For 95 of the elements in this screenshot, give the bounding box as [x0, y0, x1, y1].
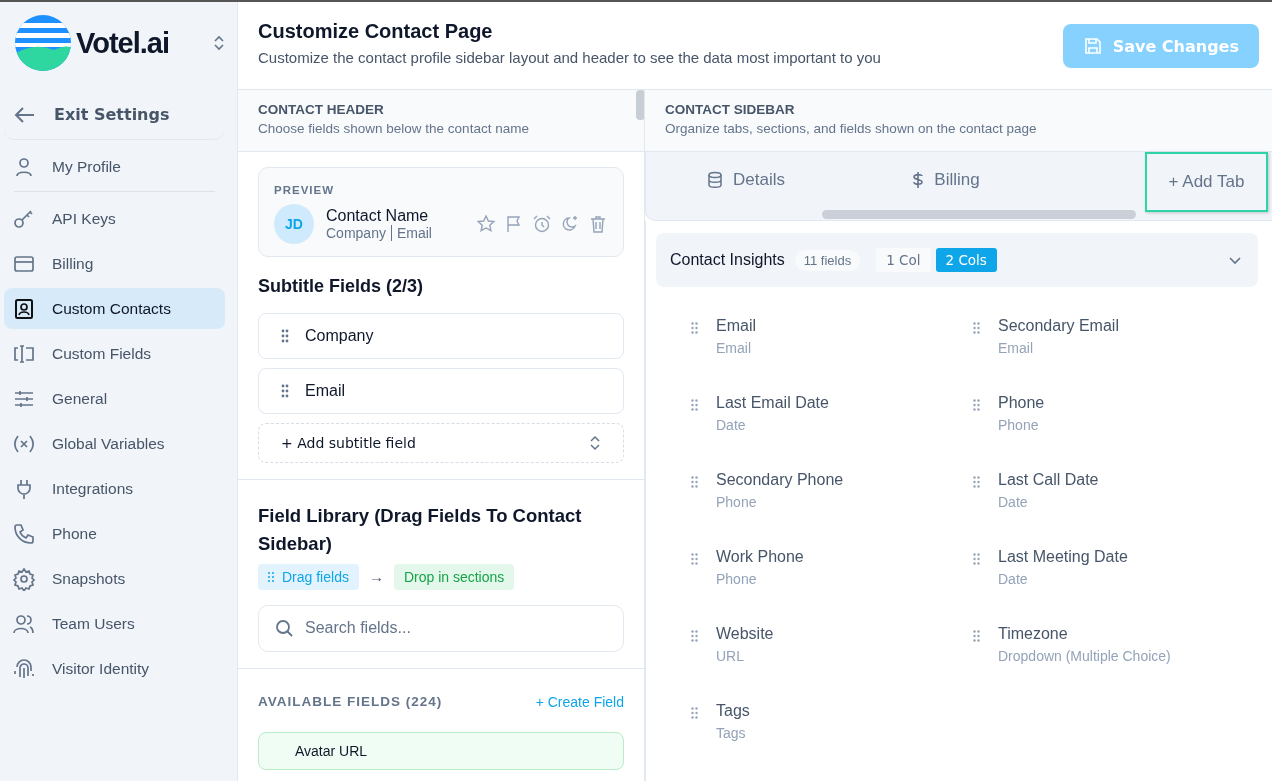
page-title: Customize Contact Page	[258, 20, 494, 43]
section-heading: Field Library (Drag Fields To Contact Sidebar)	[258, 504, 583, 556]
star-icon[interactable]	[476, 214, 496, 234]
drag-handle-icon[interactable]	[973, 553, 980, 565]
section-heading: Subtitle Fields (2/3)	[258, 275, 425, 298]
drag-handle-icon[interactable]	[281, 329, 289, 343]
drag-handle-icon[interactable]	[973, 322, 980, 334]
alarm-clock-icon[interactable]	[532, 214, 552, 234]
contact-company: Company	[326, 225, 386, 241]
drag-handle-icon	[268, 571, 274, 582]
chevron-up-down-icon[interactable]	[213, 34, 225, 52]
field-name: Phone	[998, 394, 1046, 412]
phone-icon	[12, 521, 36, 546]
field-type: Phone	[716, 494, 758, 510]
tag-label: Drag fields	[282, 568, 349, 585]
preview-label: PREVIEW	[274, 184, 336, 196]
gear-icon	[12, 566, 36, 591]
avatar: JD	[274, 204, 314, 244]
horizontal-scrollbar[interactable]	[822, 210, 1136, 219]
nav-item[interactable]: Visitor Identity	[4, 648, 225, 689]
add-tab-button[interactable]: + Add Tab	[1145, 152, 1268, 212]
section-header[interactable]: Contact Insights 11 fields 1 Col 2 Cols	[656, 233, 1258, 287]
drag-handle-icon[interactable]	[691, 399, 698, 411]
field-type: Email	[716, 340, 752, 356]
nav-item[interactable]: Integrations	[4, 468, 225, 509]
tab[interactable]: Details	[646, 152, 846, 208]
field-type: Date	[998, 494, 1029, 510]
drop-in-sections-tag: Drop in sections	[393, 563, 515, 590]
exit-settings-button[interactable]: Exit Settings	[4, 90, 224, 140]
chevron-up-down-icon	[589, 434, 601, 452]
nav-item[interactable]: Billing	[4, 243, 225, 284]
nav-item[interactable]: Custom Contacts	[4, 288, 225, 329]
moon-sparkle-icon[interactable]	[560, 214, 580, 234]
available-fields-heading: AVAILABLE FIELDS (224)	[258, 694, 443, 709]
library-field[interactable]: Avatar URL	[258, 731, 624, 770]
database-icon	[707, 171, 723, 189]
panel-title: CONTACT HEADER	[258, 102, 385, 117]
field-name: Work Phone	[716, 548, 805, 566]
section-title: Contact Insights	[670, 251, 785, 269]
back-arrow-icon	[14, 105, 36, 124]
field-type: Tags	[716, 725, 747, 741]
field-name: Email	[716, 317, 757, 335]
nav-item[interactable]: Custom Fields	[4, 333, 225, 374]
drag-handle-icon[interactable]	[691, 630, 698, 642]
nav-item[interactable]: Phone	[4, 513, 225, 554]
drag-handle-icon[interactable]	[691, 322, 698, 334]
field-type: URL	[716, 648, 745, 664]
field-name: Last Meeting Date	[998, 548, 1129, 566]
field-name: Last Call Date	[998, 471, 1100, 489]
drag-handle-icon[interactable]	[281, 384, 289, 398]
drag-handle-icon[interactable]	[691, 476, 698, 488]
drag-handle-icon[interactable]	[691, 707, 698, 719]
trash-icon[interactable]	[588, 214, 608, 234]
tab[interactable]: Billing	[846, 152, 1046, 208]
field-type: Phone	[716, 571, 758, 587]
panel-title: CONTACT SIDEBAR	[665, 102, 796, 117]
drag-handle-icon[interactable]	[973, 476, 980, 488]
drag-handle-icon[interactable]	[691, 553, 698, 565]
field-name: Tags	[716, 702, 751, 720]
field-name: Website	[716, 625, 775, 643]
subtitle-field[interactable]: Email	[258, 368, 624, 414]
page-subtitle: Customize the contact profile sidebar layout and header to see the data most important to you	[258, 49, 881, 66]
nav-item[interactable]: Global Variables	[4, 423, 225, 464]
drag-handle-icon[interactable]	[973, 630, 980, 642]
contact-name: Contact Name	[326, 207, 430, 225]
field-type: Email	[998, 340, 1034, 356]
field-type: Date	[998, 571, 1029, 587]
dollar-icon	[912, 171, 925, 189]
drag-handle-icon[interactable]	[973, 399, 980, 411]
caret-icon[interactable]	[1228, 255, 1242, 265]
nav-item[interactable]: API Keys	[4, 198, 225, 239]
field-count-badge: 11 fields	[794, 249, 861, 271]
panel-subtitle: Organize tabs, sections, and fields shown on the contact page	[665, 121, 1038, 136]
vertical-scrollbar[interactable]	[636, 90, 644, 120]
field-name: Secondary Email	[998, 317, 1120, 335]
column-layout-toggle[interactable]: 1 Col	[876, 248, 931, 272]
nav-item[interactable]: General	[4, 378, 225, 419]
add-subtitle-field-dropdown[interactable]: + Add subtitle field	[258, 423, 624, 463]
search-field[interactable]: Search fields...	[258, 604, 624, 652]
fingerprint-icon	[12, 656, 36, 681]
field-name: Timezone	[998, 625, 1069, 643]
arrow-glyph: →	[368, 568, 384, 585]
brand-name: Votel.ai	[76, 26, 169, 60]
field-type: Dropdown (Multiple Choice)	[998, 648, 1172, 664]
field-type: Date	[716, 417, 747, 433]
field-name: Last Email Date	[716, 394, 830, 412]
nav-item[interactable]: Snapshots	[4, 558, 225, 599]
nav-item[interactable]: Team Users	[4, 603, 225, 644]
contact-email: Email	[396, 225, 432, 241]
field-type: Phone	[998, 417, 1040, 433]
nav-item[interactable]: My Profile	[4, 146, 225, 187]
subtitle-field[interactable]: Company	[258, 313, 624, 359]
contact-card-icon	[12, 296, 36, 321]
panel-subtitle: Choose fields shown below the contact name	[258, 121, 530, 136]
field-name: Secondary Phone	[716, 471, 845, 489]
